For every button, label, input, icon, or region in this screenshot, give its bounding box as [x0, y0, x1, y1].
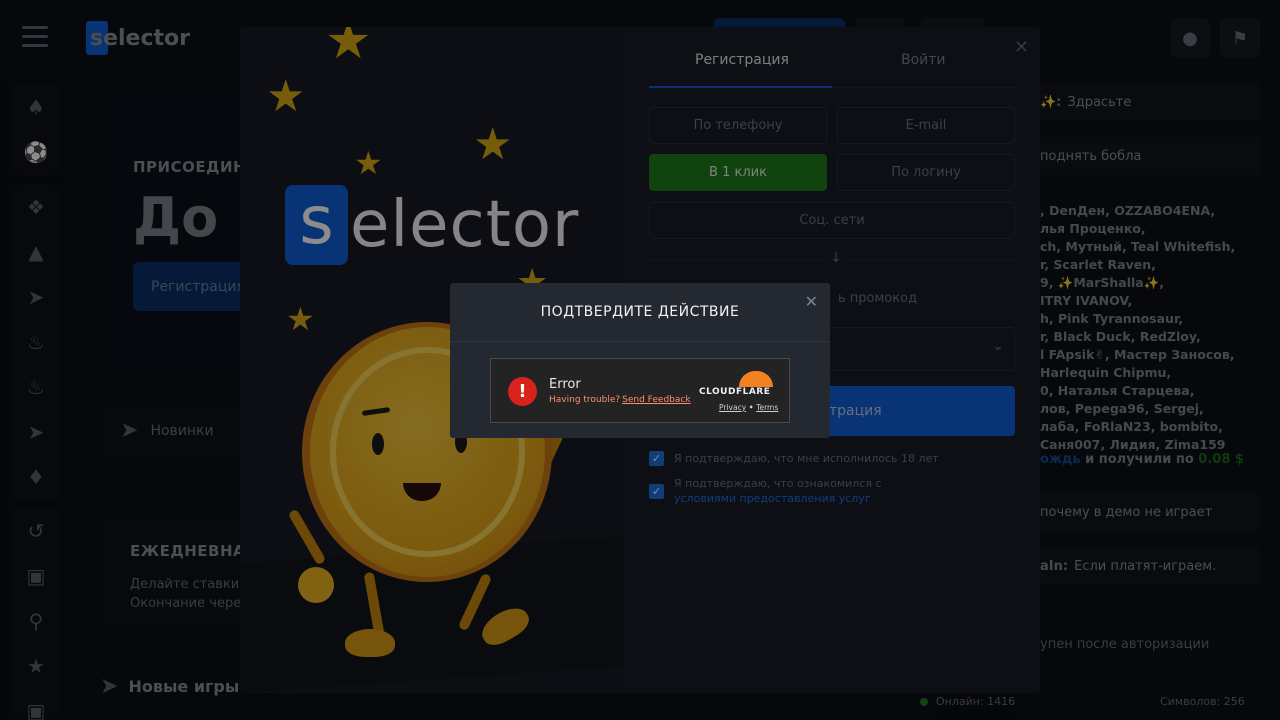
cloudflare-logo: CLOUDFLARE: [699, 371, 779, 401]
cloudflare-wordmark: CLOUDFLARE: [699, 387, 771, 397]
close-icon[interactable]: ✕: [805, 292, 818, 311]
link-separator: •: [746, 403, 757, 412]
confirm-title: ПОДТВЕРДИТЕ ДЕЙСТВИЕ: [450, 283, 830, 342]
error-icon: !: [508, 377, 537, 406]
cloud-icon: [739, 371, 773, 387]
trouble-text: Having trouble?: [549, 395, 621, 405]
send-feedback-link[interactable]: Send Feedback: [622, 395, 690, 405]
captcha-error-title: Error: [549, 377, 581, 392]
privacy-link[interactable]: Privacy: [719, 403, 746, 412]
captcha-widget: ! Error Having trouble? Send Feedback CLO…: [490, 358, 790, 423]
captcha-links: Privacy • Terms: [719, 403, 778, 412]
confirm-dialog: ПОДТВЕРДИТЕ ДЕЙСТВИЕ ✕ ! Error Having tr…: [450, 283, 830, 438]
terms-link[interactable]: Terms: [756, 403, 778, 412]
captcha-error-sub: Having trouble? Send Feedback: [549, 395, 691, 405]
